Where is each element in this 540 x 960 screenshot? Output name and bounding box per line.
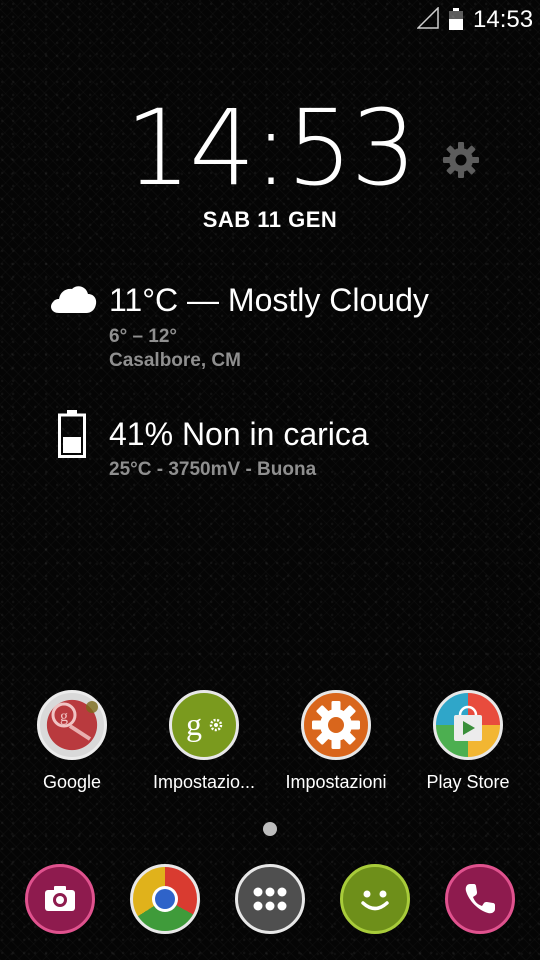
dock-chrome[interactable] <box>130 864 200 934</box>
app-label: Google <box>42 772 102 792</box>
gear-icon[interactable] <box>441 140 481 180</box>
smiley-icon <box>361 890 389 911</box>
dock-messaging[interactable] <box>340 864 410 934</box>
status-bar: 14:53 <box>0 0 540 38</box>
dock-phone[interactable] <box>445 864 515 934</box>
clock-date: SAB 11 GEN <box>202 207 338 232</box>
phone-icon <box>465 884 495 914</box>
cloud-icon <box>51 286 97 313</box>
app-label: Impostazio... <box>152 772 256 792</box>
weather-range: 6° – 12° <box>109 326 178 347</box>
app-label: Play Store <box>426 772 510 792</box>
app-google[interactable]: g Google <box>2 690 142 793</box>
battery-status-icon <box>58 410 86 458</box>
chrome-icon <box>152 886 178 912</box>
app-label: Impostazioni <box>285 772 387 792</box>
google-search-icon: g <box>37 690 107 760</box>
page-indicator-dot <box>263 822 277 836</box>
signal-icon <box>417 7 439 29</box>
google-settings-icon: g <box>169 690 239 760</box>
camera-icon <box>45 886 75 911</box>
app-settings[interactable]: Impostazioni <box>266 690 406 793</box>
status-time: 14:53 <box>473 6 534 33</box>
dock-camera[interactable] <box>25 864 95 934</box>
svg-text:g: g <box>186 706 202 742</box>
settings-gear-icon <box>301 690 371 760</box>
weather-summary[interactable]: 11°C — Mostly Cloudy <box>109 282 429 319</box>
battery-summary[interactable]: 41% Non in carica <box>109 416 369 453</box>
app-play-store[interactable]: Play Store <box>398 690 538 793</box>
clock-time[interactable]: 14:53 <box>120 96 420 200</box>
app-google-settings[interactable]: g Impostazio... <box>134 690 274 793</box>
dock-app-drawer[interactable] <box>235 864 305 934</box>
battery-details: 25°C - 3750mV - Buona <box>109 459 317 480</box>
grid-dots-icon <box>253 887 287 911</box>
weather-location: Casalbore, CM <box>109 350 241 371</box>
svg-text:g: g <box>60 708 68 725</box>
play-store-icon <box>433 690 503 760</box>
battery-icon <box>449 8 463 30</box>
